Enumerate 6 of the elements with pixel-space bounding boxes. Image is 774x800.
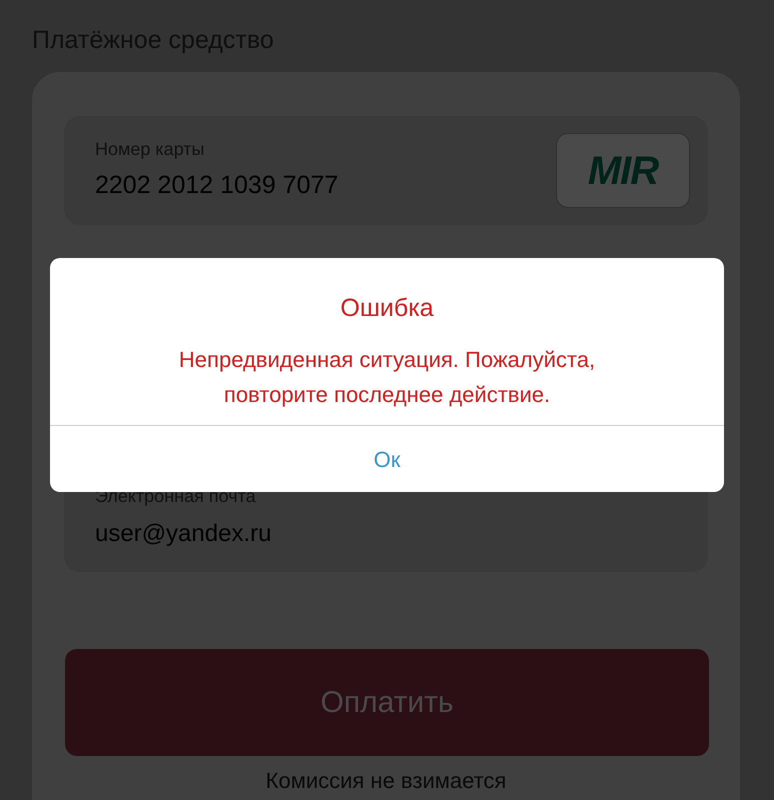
dialog-message: Непредвиденная ситуация. Пожалуйста, повторите последнее действие. (178, 346, 596, 409)
field-value: user@yandex.ru (95, 519, 272, 549)
dialog-title: Ошибка (340, 293, 434, 324)
field-value: 2202 2012 1039 7077 (95, 170, 338, 202)
logo-text: MIR (588, 148, 658, 194)
ok-button[interactable]: Ок (364, 442, 410, 476)
